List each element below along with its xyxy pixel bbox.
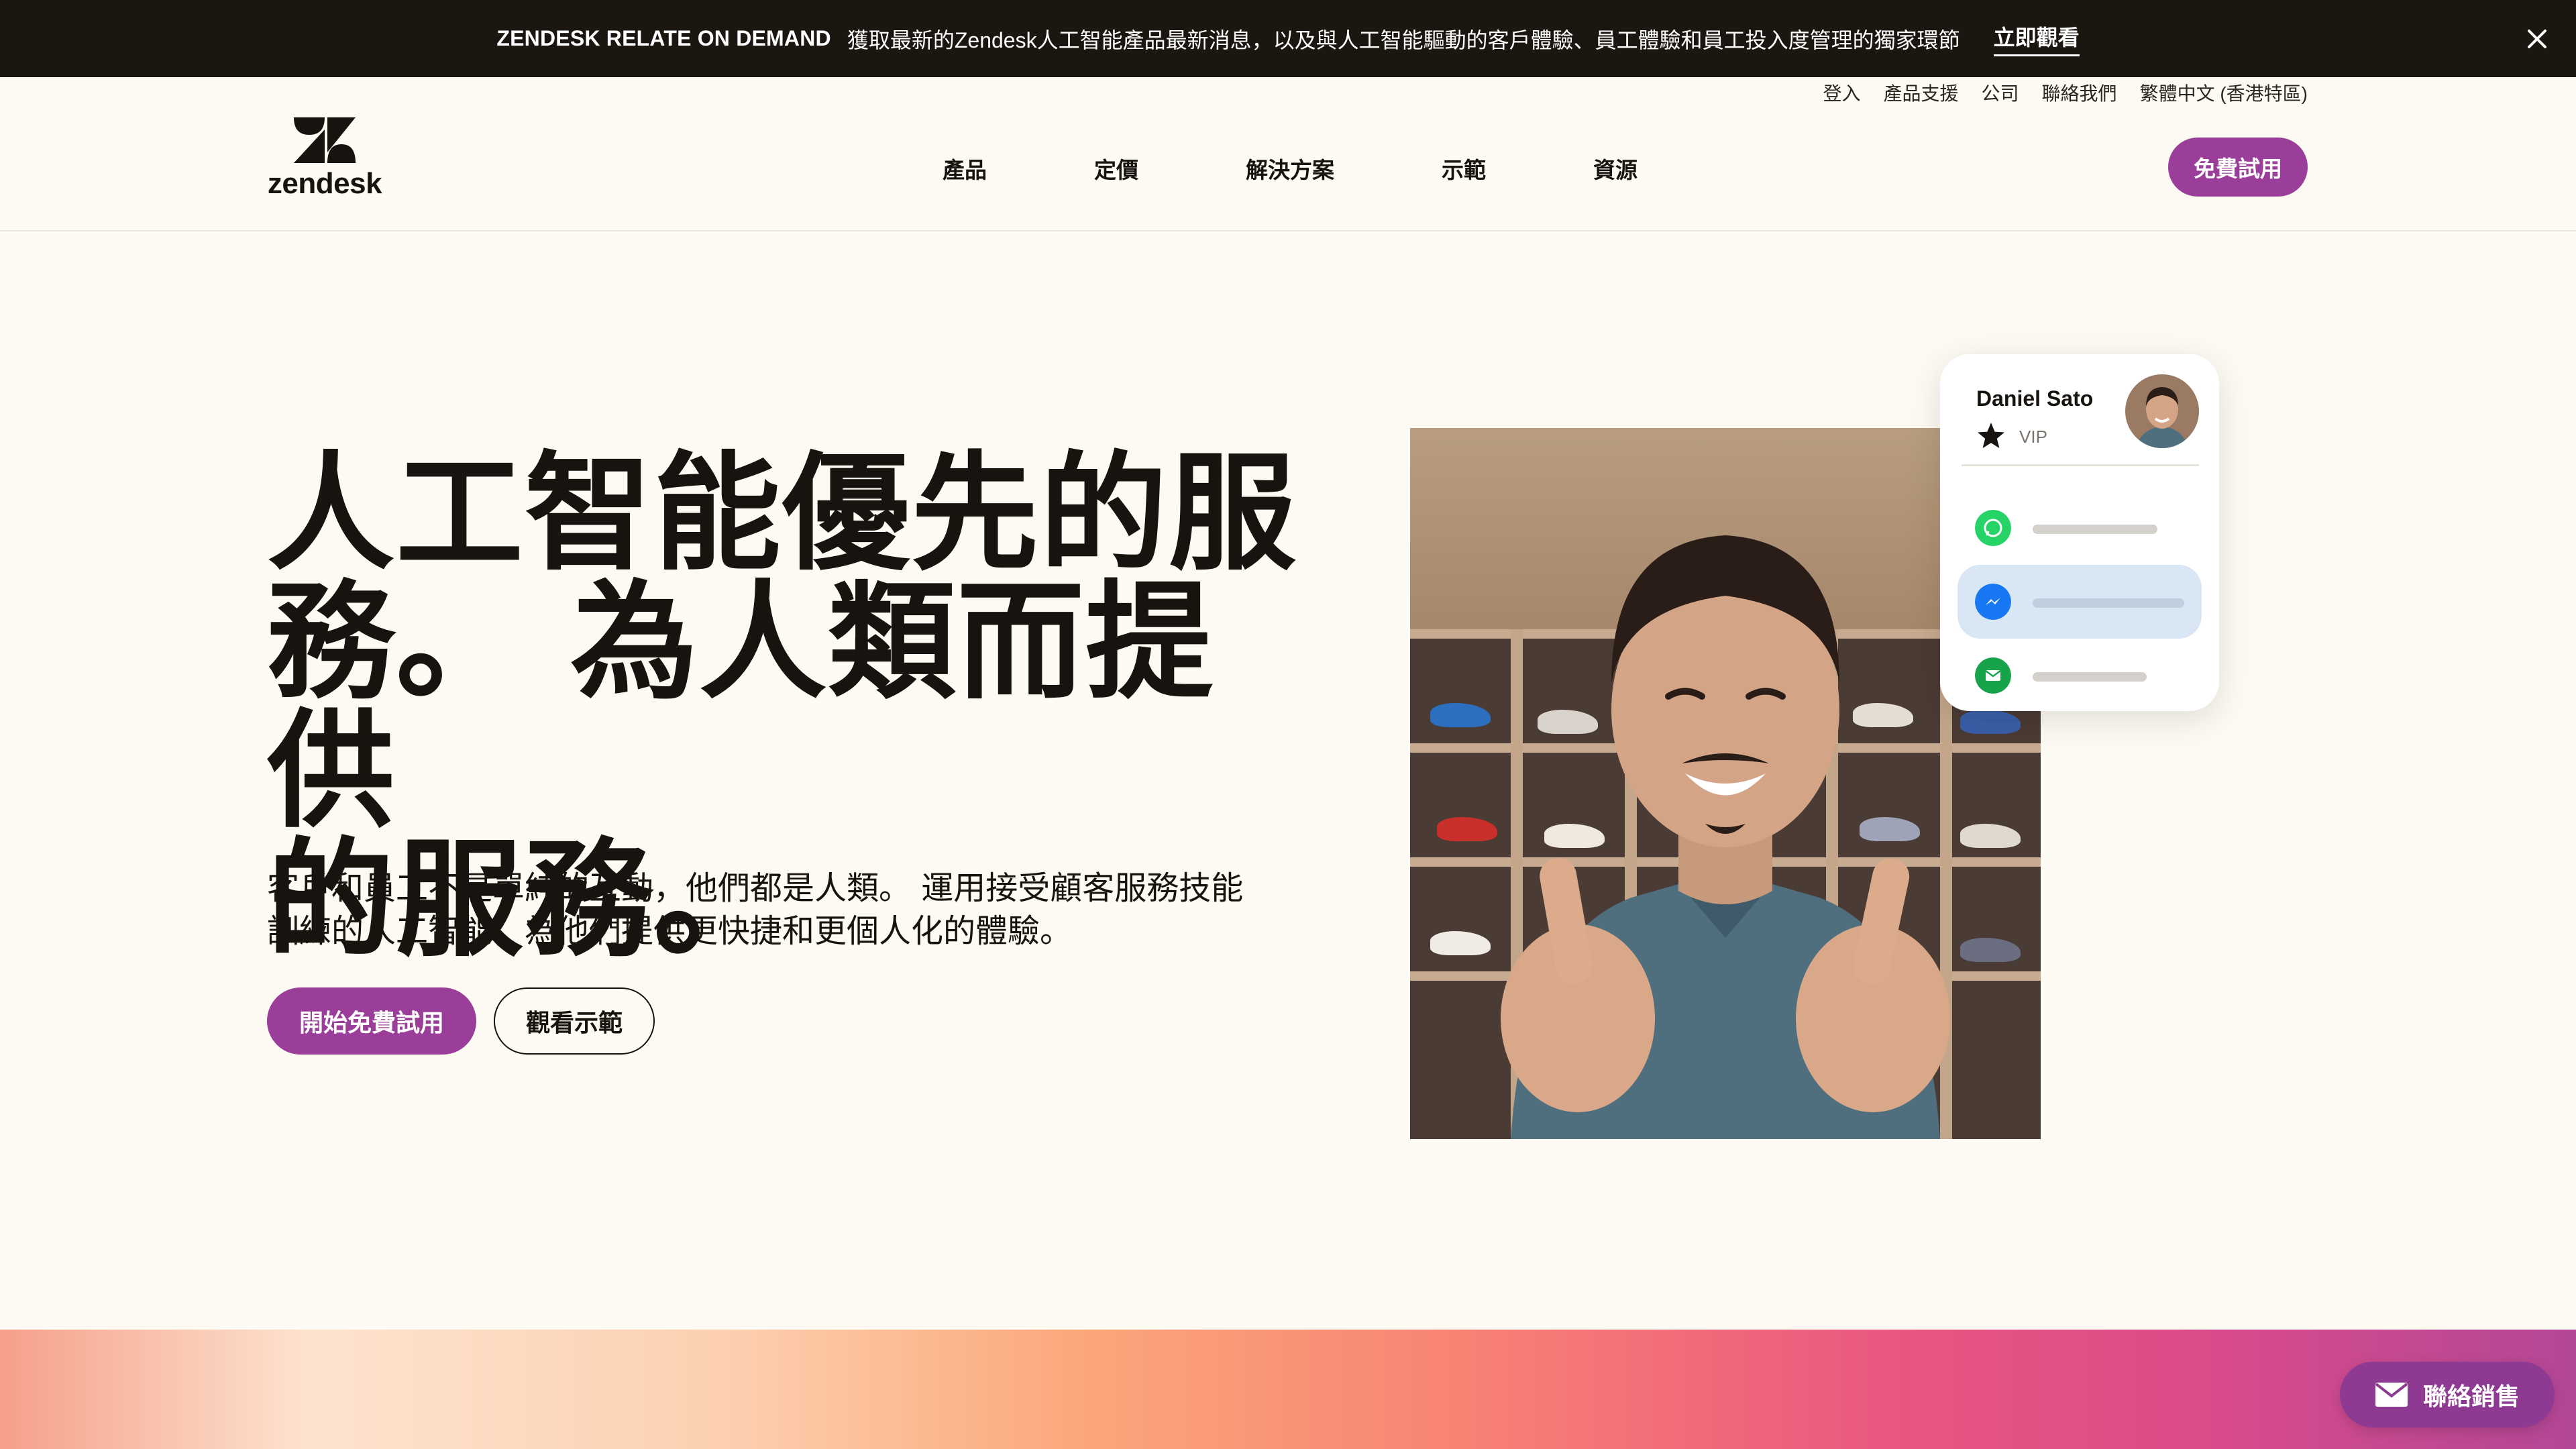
utility-product-support[interactable]: 產品支援 — [1884, 79, 1959, 106]
logo-wordmark: zendesk — [267, 167, 382, 200]
hero-subtitle-line-2: 訓練的人工智能，為他們提供更快捷和更個人化的體驗。 — [267, 912, 1073, 950]
avatar-image — [2125, 374, 2199, 448]
utility-contact-us[interactable]: 聯絡我們 — [2042, 79, 2117, 106]
banner-content: ZENDESK RELATE ON DEMAND 獲取最新的Zendesk人工智… — [496, 21, 2080, 56]
nav-demo[interactable]: 示範 — [1442, 152, 1486, 184]
utility-company[interactable]: 公司 — [1982, 79, 2019, 106]
hero-subtitle-line-1: 客戶和員工不是單純的互動，他們都是人類。 運用接受顧客服務技能 — [267, 869, 1244, 907]
nav-products[interactable]: 產品 — [943, 152, 987, 184]
watch-demo-button[interactable]: 觀看示範 — [494, 987, 655, 1055]
contact-sales-label: 聯絡銷售 — [2422, 1383, 2520, 1410]
email-icon — [1975, 657, 2011, 694]
banner-watch-now-link[interactable]: 立即觀看 — [1993, 21, 2080, 56]
zendesk-logo[interactable]: zendesk — [267, 112, 382, 200]
channel-whatsapp[interactable] — [1957, 491, 2202, 565]
start-free-trial-button[interactable]: 開始免費試用 — [267, 987, 477, 1055]
star-icon — [1978, 423, 2004, 448]
avatar — [2125, 374, 2199, 448]
main-nav: 產品 定價 解決方案 示範 資源 — [943, 152, 1638, 184]
nav-pricing[interactable]: 定價 — [1094, 152, 1138, 184]
hero-title-line-2: 務。 為人類而提供 — [267, 568, 1215, 845]
close-icon[interactable] — [2524, 25, 2551, 52]
channel-placeholder-bar — [2033, 672, 2147, 682]
hero-cta-row: 開始免費試用 觀看示範 — [267, 987, 655, 1055]
messenger-icon — [1975, 584, 2011, 620]
banner-text: 獲取最新的Zendesk人工智能產品最新消息，以及與人工智能驅動的客戶體驗、員工… — [847, 28, 1960, 52]
utility-language-selector[interactable]: 繁體中文 (香港特區) — [2140, 79, 2308, 106]
zendesk-logo-icon — [294, 117, 356, 163]
whatsapp-icon — [1975, 510, 2011, 546]
utility-login[interactable]: 登入 — [1823, 79, 1861, 106]
gradient-band — [0, 1330, 2576, 1449]
mail-icon — [2375, 1383, 2408, 1407]
hero-title-line-1: 人工智能優先的服 — [267, 439, 1298, 588]
announcement-banner: ZENDESK RELATE ON DEMAND 獲取最新的Zendesk人工智… — [0, 0, 2576, 77]
customer-tier: VIP — [2019, 427, 2047, 447]
channel-placeholder-bar — [2033, 598, 2184, 608]
channel-email[interactable] — [1957, 639, 2202, 712]
channel-placeholder-bar — [2033, 525, 2157, 534]
customer-name: Daniel Sato — [1976, 386, 2094, 411]
card-divider — [1962, 464, 2199, 466]
free-trial-button[interactable]: 免費試用 — [2168, 138, 2308, 197]
channel-messenger[interactable] — [1957, 565, 2202, 639]
nav-solutions[interactable]: 解決方案 — [1246, 152, 1334, 184]
nav-resources[interactable]: 資源 — [1593, 152, 1638, 184]
customer-profile-card: Daniel Sato VIP — [1940, 354, 2219, 711]
hero-subtitle: 客戶和員工不是單純的互動，他們都是人類。 運用接受顧客服務技能 訓練的人工智能，… — [267, 867, 1287, 953]
banner-title: ZENDESK RELATE ON DEMAND — [496, 26, 831, 50]
contact-sales-button[interactable]: 聯絡銷售 — [2340, 1362, 2555, 1428]
utility-nav: 登入 產品支援 公司 聯絡我們 繁體中文 (香港特區) — [1823, 79, 2308, 106]
